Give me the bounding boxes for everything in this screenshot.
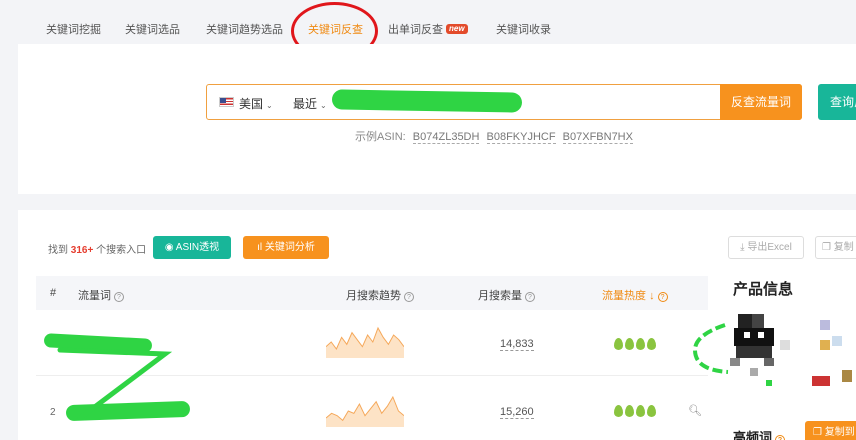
column-heat[interactable]: 流量热度 ↓? [602, 287, 668, 303]
trend-area [326, 328, 404, 358]
examples-label: 示例ASIN: [355, 131, 406, 143]
keyword-analysis-button[interactable]: ıl 关键词分析 [243, 236, 329, 259]
search-volume[interactable]: 15,260 [500, 406, 534, 419]
copy-button[interactable]: ❐ 复制 [815, 236, 856, 259]
asin-insight-button[interactable]: ◉ ASIN透视 [153, 236, 231, 259]
search-icon[interactable]: 🔍︎ [688, 404, 702, 417]
heat-leaves [614, 338, 656, 350]
us-flag-icon [219, 97, 234, 107]
example-asin-link[interactable]: B074ZL35DH [412, 131, 480, 144]
trend-sparkline [326, 326, 404, 358]
example-asins: 示例ASIN: B074ZL35DH B08FKYJHCF B07XFBN7HX [355, 128, 633, 144]
column-keyword-label: 流量词 [78, 290, 111, 302]
trend-area [326, 397, 404, 427]
leaf-icon [647, 405, 656, 417]
tab-order-keyword-lookup-label: 出单词反查 [388, 24, 443, 36]
country-select[interactable]: 美国 ⌄ [239, 95, 273, 112]
leaf-icon [636, 405, 645, 417]
reverse-lookup-button[interactable]: 反查流量词 [720, 84, 802, 120]
column-volume-label: 月搜索量 [478, 290, 522, 302]
copy-icon: ❐ [813, 427, 825, 438]
freq-title-label: 高频词 [733, 430, 773, 440]
column-trend-label: 月搜索趋势 [346, 290, 401, 302]
column-keyword: 流量词? [78, 287, 124, 303]
sort-desc-icon: ↓ [649, 290, 655, 302]
new-badge: new [446, 24, 468, 34]
export-excel-button[interactable]: ⤓ 导出Excel [728, 236, 804, 259]
help-icon[interactable]: ? [114, 292, 124, 302]
copy-label: 复制 [833, 242, 854, 253]
tab-keyword-selection[interactable]: 关键词选品 [125, 21, 180, 37]
leaf-icon [636, 338, 645, 350]
export-excel-label: 导出Excel [747, 242, 792, 253]
redaction-scribble [57, 347, 173, 421]
leaf-icon [614, 338, 623, 350]
help-icon[interactable]: ? [525, 292, 535, 302]
period-label: 最近 [293, 97, 318, 111]
eye-icon: ◉ [164, 242, 176, 253]
column-volume: 月搜索量? [478, 287, 535, 303]
country-label: 美国 [239, 97, 264, 111]
leaf-icon [614, 405, 623, 417]
found-prefix: 找到 [48, 245, 68, 256]
found-suffix: 个搜索入口 [96, 245, 147, 256]
keyword-analysis-label: 关键词分析 [264, 242, 315, 253]
leaf-icon [647, 338, 656, 350]
help-icon[interactable]: ? [657, 292, 668, 302]
chart-icon: ıl [257, 242, 265, 253]
tab-keyword-mining[interactable]: 关键词挖掘 [46, 21, 101, 37]
tab-order-keyword-lookup[interactable]: 出单词反查 new [388, 21, 468, 37]
example-asin-link[interactable]: B08FKYJHCF [486, 131, 556, 144]
chevron-down-icon: ⌄ [320, 101, 327, 110]
high-frequency-words-title: 高频词? [733, 427, 786, 440]
leaf-icon [625, 338, 634, 350]
tab-keyword-trend-selection[interactable]: 关键词趋势选品 [206, 21, 283, 37]
found-count: 316+ [70, 245, 94, 256]
copy-to-button[interactable]: ❐ 复制到 [805, 421, 856, 440]
top-tabs: 关键词挖掘 关键词选品 关键词趋势选品 关键词反查 出单词反查 new 关键词收录 [0, 0, 856, 44]
product-image [692, 314, 852, 386]
tab-keyword-indexing[interactable]: 关键词收录 [496, 21, 551, 37]
help-icon[interactable]: ? [775, 435, 786, 440]
table-header: # 流量词? 月搜索趋势? 月搜索量? 流量热度 ↓? [36, 276, 708, 310]
asin-insight-label: ASIN透视 [175, 242, 220, 253]
leaf-icon [625, 405, 634, 417]
column-rank: # [50, 287, 57, 299]
column-trend: 月搜索趋势? [346, 287, 414, 303]
search-box: 美国 ⌄ 最近 ⌄ [206, 84, 802, 120]
chevron-down-icon: ⌄ [266, 101, 273, 110]
secondary-lookup-button[interactable]: 查询反 [818, 84, 856, 120]
results-count: 找到 316+ 个搜索入口 [48, 241, 146, 256]
copy-icon: ❐ [822, 242, 834, 253]
copy-to-label: 复制到 [824, 427, 855, 438]
example-asin-link[interactable]: B07XFBN7HX [562, 131, 633, 144]
heat-leaves [614, 405, 656, 417]
product-info-title: 产品信息 [733, 281, 794, 298]
search-volume[interactable]: 14,833 [500, 338, 534, 351]
redaction-scribble [331, 89, 523, 113]
period-select[interactable]: 最近 ⌄ [293, 95, 327, 112]
column-heat-label: 流量热度 [602, 290, 646, 302]
help-icon[interactable]: ? [404, 292, 414, 302]
trend-sparkline [326, 395, 404, 427]
